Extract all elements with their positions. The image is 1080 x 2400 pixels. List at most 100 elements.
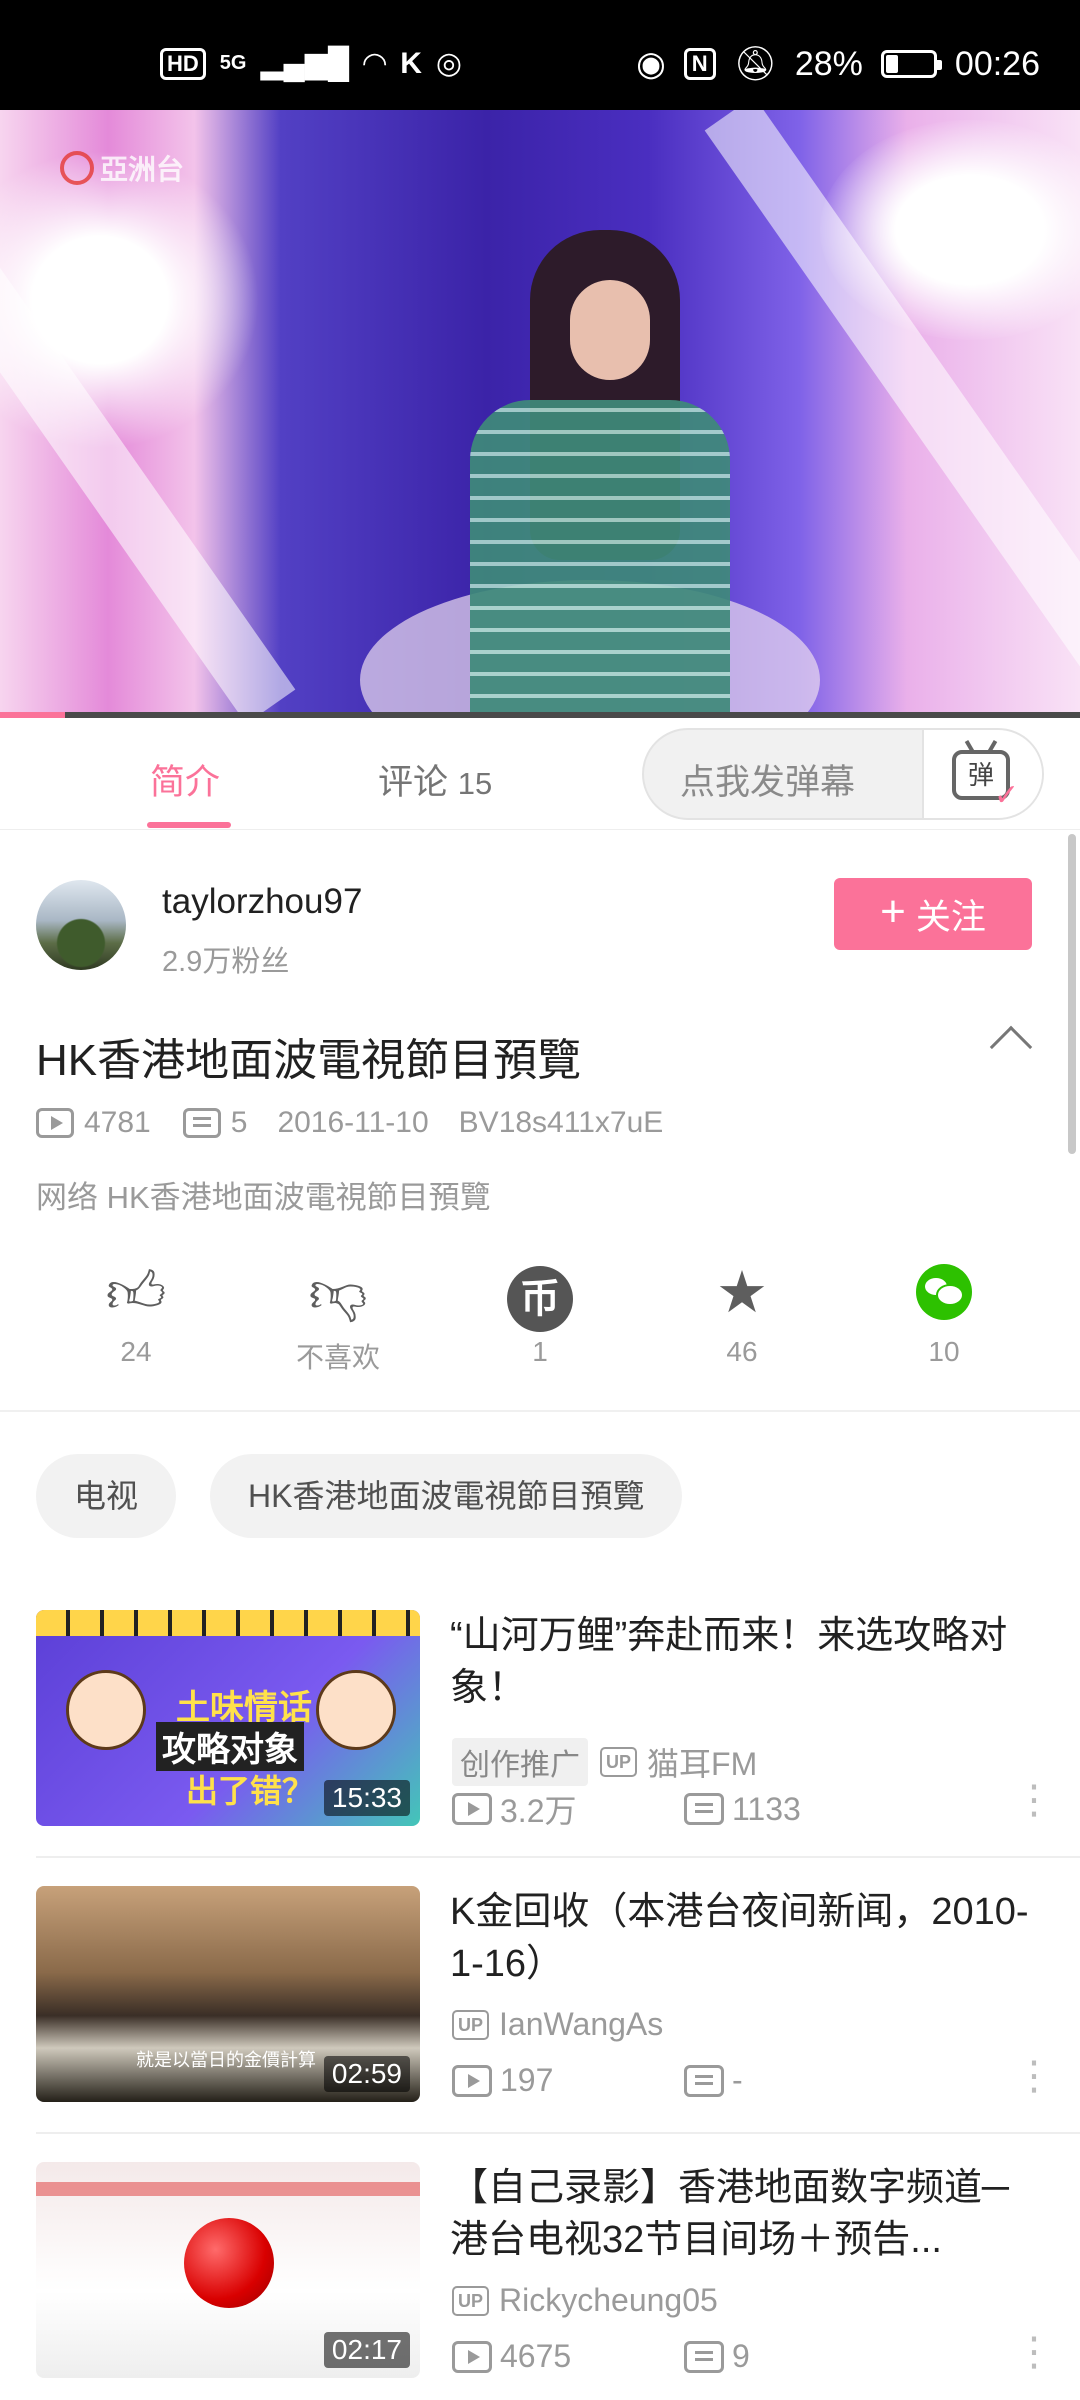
thumb-text: 就是以當日的金價計算 xyxy=(136,2050,316,2070)
video-singer-face xyxy=(570,280,650,380)
wechat-share-icon xyxy=(916,1264,972,1320)
related-video-item[interactable]: 02:17 【自己录影】香港地面数字频道─港台电视32节目间场＋预告... UP… xyxy=(0,2162,1080,2400)
coin-icon: 币 xyxy=(507,1266,573,1332)
related-danmaku: - xyxy=(732,2062,743,2098)
danmaku-toggle-button[interactable]: 弹 ✓ xyxy=(922,730,1042,818)
coin-count: 1 xyxy=(532,1336,548,1367)
more-options-icon[interactable]: ⋮ xyxy=(1014,2056,1054,2110)
coin-button[interactable]: 币 1 xyxy=(470,1258,610,1368)
dislike-label: 不喜欢 xyxy=(295,1342,380,1373)
video-duration: 15:33 xyxy=(323,1780,410,1816)
like-count: 24 xyxy=(120,1336,152,1367)
video-cloud xyxy=(0,150,260,450)
danmaku-placeholder: 点我发弹幕 xyxy=(680,763,856,802)
related-stats: 3.2万 1133 xyxy=(452,1786,801,1832)
danmaku-count-icon xyxy=(182,1108,221,1138)
network-type-icon: 5G xyxy=(219,52,247,74)
favorite-button[interactable]: ★ 46 xyxy=(672,1258,812,1368)
video-singer-body xyxy=(470,400,730,716)
uploader-avatar[interactable] xyxy=(36,880,126,970)
plus-icon: + xyxy=(880,887,906,936)
list-divider xyxy=(36,1856,1080,1858)
action-bar: 👍︎ 24 👎︎ 不喜欢 币 1 ★ 46 10 xyxy=(0,1258,1080,1378)
related-thumbnail[interactable]: 02:17 xyxy=(36,2162,420,2378)
video-title: HK香港地面波電視節目預覽 xyxy=(36,1036,582,1085)
chevron-up-icon[interactable] xyxy=(989,1025,1033,1069)
related-owner: UP IanWangAs xyxy=(452,2006,663,2043)
related-views: 3.2万 xyxy=(500,1793,577,1829)
related-views: 4675 xyxy=(500,2338,572,2374)
thumbs-up-icon: 👍︎ xyxy=(105,1260,167,1325)
video-player[interactable]: 亞洲台 xyxy=(0,110,1080,716)
dislike-button[interactable]: 👎︎ 不喜欢 xyxy=(268,1258,408,1376)
uploader-name[interactable]: taylorzhou97 xyxy=(162,882,362,922)
related-danmaku: 9 xyxy=(732,2338,750,2374)
danmaku-count-icon xyxy=(684,2064,724,2097)
channel-logo-text: 亞洲台 xyxy=(100,154,185,185)
clock: 00:26 xyxy=(954,44,1040,83)
owner-name: 猫耳FM xyxy=(647,1746,758,1782)
tab-comments[interactable]: 评论 15 xyxy=(378,754,492,805)
related-title: “山河万鲤”奔赴而来！来选攻略对象！ xyxy=(450,1615,1008,1709)
star-icon: ★ xyxy=(716,1260,768,1325)
up-badge-icon: UP xyxy=(452,2009,490,2040)
play-count-icon xyxy=(452,2340,492,2373)
thumb-text: 攻略对象 xyxy=(156,1722,304,1771)
thumb-ball xyxy=(184,2218,274,2308)
like-button[interactable]: 👍︎ 24 xyxy=(66,1258,206,1368)
more-options-icon[interactable]: ⋮ xyxy=(1014,2332,1054,2386)
more-options-icon[interactable]: ⋮ xyxy=(1014,1780,1054,1834)
battery-percent: 28% xyxy=(794,44,863,83)
thumb-band xyxy=(36,1610,420,1636)
thumb-character xyxy=(66,1670,146,1750)
play-count-icon xyxy=(452,1793,492,1825)
tab-comments-label: 评论 xyxy=(378,763,449,802)
wifi-icon: ◠ xyxy=(363,47,387,80)
share-count: 10 xyxy=(928,1336,960,1367)
channel-logo-mark xyxy=(60,151,94,185)
related-video-item[interactable]: 土味情话 攻略对象 出了错？ 15:33 “山河万鲤”奔赴而来！来选攻略对象！ … xyxy=(0,1610,1080,1870)
play-count-icon xyxy=(36,1108,74,1138)
tag-chip[interactable]: HK香港地面波電視節目預覽 xyxy=(210,1454,683,1538)
status-left-icons: HD 5G ▂▄▆█ ◠ K ◎ xyxy=(160,46,462,81)
related-thumbnail[interactable]: 就是以當日的金價計算 02:59 xyxy=(36,1886,420,2102)
publish-date: 2016-11-10 xyxy=(277,1106,429,1139)
tab-intro[interactable]: 简介 xyxy=(150,754,220,805)
scrollbar[interactable] xyxy=(1068,834,1076,1154)
bvid: BV18s411x7uE xyxy=(458,1106,664,1139)
promo-tag: 创作推广 xyxy=(452,1738,588,1786)
video-duration: 02:59 xyxy=(323,2056,410,2092)
related-owner: UP Rickycheung05 xyxy=(452,2282,718,2319)
battery-icon xyxy=(880,50,942,78)
follow-button[interactable]: + 关注 xyxy=(834,878,1032,950)
signal-icon: ▂▄▆█ xyxy=(260,47,350,80)
related-title: 【自己录影】香港地面数字频道─港台电视32节目间场＋预告... xyxy=(450,2167,1009,2261)
tab-active-indicator xyxy=(147,822,231,828)
k-icon: K xyxy=(400,46,422,80)
eye-icon: ◉ xyxy=(636,45,666,83)
owner-name: IanWangAs xyxy=(499,2006,664,2042)
related-video-item[interactable]: 就是以當日的金價計算 02:59 K金回收（本港台夜间新闻，2010-1-16）… xyxy=(0,1886,1080,2146)
hd-icon: HD xyxy=(160,47,206,80)
follow-label: 关注 xyxy=(915,897,986,937)
related-thumbnail[interactable]: 土味情话 攻略对象 出了错？ 15:33 xyxy=(36,1610,420,1826)
thumbs-down-icon: 👎︎ xyxy=(308,1260,368,1325)
mute-icon: 🔕︎ xyxy=(733,45,777,83)
battery-fill xyxy=(885,55,898,73)
tag-chip[interactable]: 电视 xyxy=(36,1454,177,1538)
status-bar: HD 5G ▂▄▆█ ◠ K ◎ ◉ N 🔕︎ 28% 00:26 xyxy=(0,0,1080,110)
video-description: 网络 HK香港地面波電視節目預覽 xyxy=(36,1180,491,1215)
tab-comments-count: 15 xyxy=(457,766,493,801)
thumb-text: 出了错？ xyxy=(186,1773,315,1809)
favorite-count: 46 xyxy=(726,1336,758,1367)
up-badge-icon: UP xyxy=(600,1747,638,1777)
status-right-icons: ◉ N 🔕︎ 28% 00:26 xyxy=(636,44,1040,84)
uploader-fans: 2.9万粉丝 xyxy=(162,946,290,978)
danmaku-input[interactable]: 点我发弹幕 弹 ✓ xyxy=(642,728,1044,820)
related-owner: 创作推广 UP 猫耳FM xyxy=(452,1738,757,1786)
hotspot-icon: ◎ xyxy=(435,47,463,80)
view-count: 4781 xyxy=(84,1106,151,1139)
play-count-icon xyxy=(452,2064,492,2097)
share-button[interactable]: 10 xyxy=(874,1258,1014,1368)
thumb-character xyxy=(316,1670,396,1750)
